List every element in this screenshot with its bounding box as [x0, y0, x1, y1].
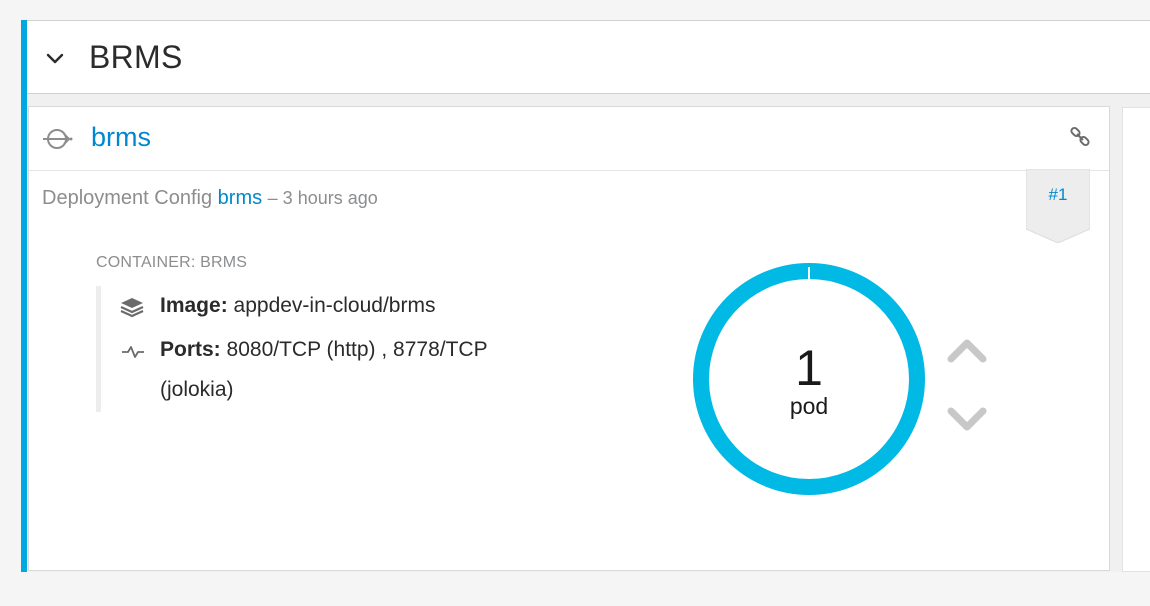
- ports-value-line1: 8080/TCP (http) , 8778/TCP: [226, 338, 488, 361]
- layers-icon: [120, 298, 144, 318]
- ports-label: Ports:: [160, 338, 221, 361]
- project-header[interactable]: BRMS: [27, 20, 1150, 94]
- chevron-up-icon[interactable]: [943, 333, 991, 369]
- service-name-link[interactable]: brms: [91, 122, 151, 153]
- pod-label: pod: [789, 393, 829, 419]
- service-card-header: brms: [29, 107, 1109, 171]
- revision-link[interactable]: #1: [1026, 185, 1090, 205]
- container-details: Image: appdev-in-cloud/brms Ports: 8080/…: [96, 286, 566, 412]
- pod-count: 1: [795, 340, 823, 396]
- service-icon: [43, 129, 73, 149]
- service-card: brms Deployment Config brms – 3 hours ag…: [28, 106, 1110, 571]
- pulse-icon: [122, 346, 144, 358]
- link-icon[interactable]: [1069, 126, 1091, 148]
- adjacent-card: [1122, 107, 1150, 572]
- image-label: Image:: [160, 294, 228, 317]
- project-title: BRMS: [89, 39, 183, 75]
- accent-bar: [21, 20, 27, 572]
- deployment-config-link[interactable]: brms: [218, 187, 262, 209]
- project-panel: BRMS brms Deployment Config brms – 3 hou…: [21, 20, 1150, 572]
- chevron-down-icon[interactable]: [43, 48, 67, 68]
- revision-badge[interactable]: [1026, 169, 1090, 243]
- ports-row: Ports: 8080/TCP (http) , 8778/TCP: [160, 338, 488, 362]
- image-row: Image: appdev-in-cloud/brms: [160, 294, 435, 318]
- chevron-down-icon[interactable]: [943, 401, 991, 437]
- deployment-age: – 3 hours ago: [267, 188, 378, 208]
- image-value: appdev-in-cloud/brms: [233, 294, 436, 317]
- deployment-config-prefix: Deployment Config: [42, 187, 213, 209]
- container-label: CONTAINER: BRMS: [96, 254, 248, 271]
- ports-value-line2: (jolokia): [160, 378, 234, 401]
- deployment-config-line: Deployment Config brms – 3 hours ago: [42, 187, 378, 210]
